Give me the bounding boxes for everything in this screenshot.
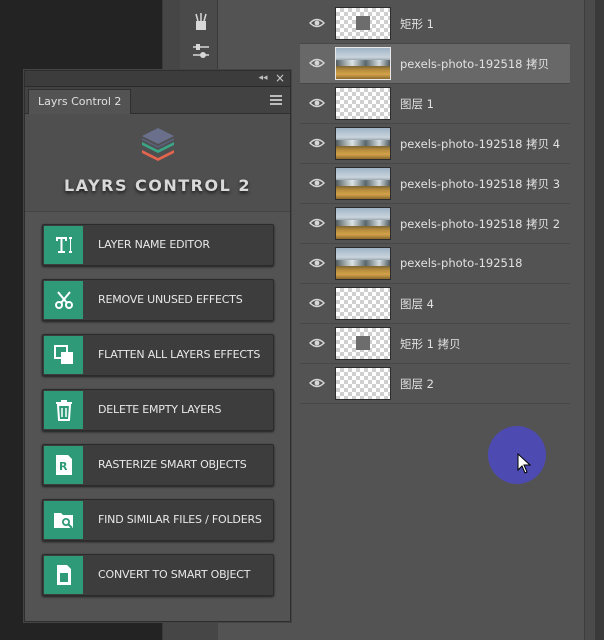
layer-row[interactable]: 矩形 1 拷贝 bbox=[300, 324, 570, 364]
layer-row[interactable]: pexels-photo-192518 拷贝 4 bbox=[300, 124, 570, 164]
action-label: FLATTEN ALL LAYERS EFFECTS bbox=[98, 348, 261, 361]
layer-thumbnail[interactable] bbox=[335, 287, 391, 320]
rasterize-doc-icon: R bbox=[44, 446, 83, 484]
action-label: FIND SIMILAR FILES / FOLDERS bbox=[98, 513, 262, 526]
close-panel-button[interactable]: × bbox=[274, 72, 286, 84]
layer-name[interactable]: 矩形 1 拷贝 bbox=[400, 336, 461, 352]
panel-title-bar[interactable]: ◂◂ × bbox=[25, 71, 290, 87]
action-label: DELETE EMPTY LAYERS bbox=[98, 403, 222, 416]
remove-unused-effects-button[interactable]: REMOVE UNUSED EFFECTS bbox=[42, 279, 274, 321]
visibility-eye-icon[interactable] bbox=[309, 377, 325, 389]
folder-search-icon bbox=[44, 501, 83, 539]
visibility-eye-icon[interactable] bbox=[309, 177, 325, 189]
layer-thumbnail[interactable] bbox=[335, 47, 391, 80]
action-label: REMOVE UNUSED EFFECTS bbox=[98, 293, 243, 306]
layer-name[interactable]: 图层 2 bbox=[400, 376, 434, 392]
layer-thumbnail[interactable] bbox=[335, 167, 391, 200]
layer-row[interactable]: 矩形 1 bbox=[300, 4, 570, 44]
layer-name[interactable]: pexels-photo-192518 拷贝 3 bbox=[400, 176, 560, 192]
layer-row[interactable]: pexels-photo-192518 拷贝 bbox=[300, 44, 570, 84]
panel-header: LAYRS CONTROL 2 bbox=[25, 114, 290, 212]
layer-row[interactable]: pexels-photo-192518 拷贝 2 bbox=[300, 204, 570, 244]
convert-to-smart-object-button[interactable]: CONVERT TO SMART OBJECT bbox=[42, 554, 274, 596]
collapse-panel-button[interactable]: ◂◂ bbox=[256, 72, 270, 84]
tab-layrs-control[interactable]: Layrs Control 2 bbox=[28, 89, 132, 114]
adjustments-icon[interactable] bbox=[191, 41, 211, 61]
layer-name[interactable]: 图层 4 bbox=[400, 296, 434, 312]
layer-row[interactable]: 图层 4 bbox=[300, 284, 570, 324]
visibility-eye-icon[interactable] bbox=[309, 297, 325, 309]
visibility-eye-icon[interactable] bbox=[309, 137, 325, 149]
visibility-eye-icon[interactable] bbox=[309, 257, 325, 269]
brand-title: LAYRS CONTROL 2 bbox=[63, 176, 251, 195]
brushes-icon[interactable] bbox=[191, 12, 211, 32]
visibility-eye-icon[interactable] bbox=[309, 337, 325, 349]
layer-name[interactable]: pexels-photo-192518 拷贝 4 bbox=[400, 136, 560, 152]
action-label: CONVERT TO SMART OBJECT bbox=[98, 568, 251, 581]
visibility-eye-icon[interactable] bbox=[309, 17, 325, 29]
flatten-all-layers-effects-button[interactable]: FLATTEN ALL LAYERS EFFECTS bbox=[42, 334, 274, 376]
action-label: RASTERIZE SMART OBJECTS bbox=[98, 458, 247, 471]
text-cursor-icon bbox=[44, 226, 83, 264]
layer-name[interactable]: pexels-photo-192518 拷贝 bbox=[400, 56, 549, 72]
layer-thumbnail[interactable] bbox=[335, 127, 391, 160]
layer-name[interactable]: 矩形 1 bbox=[400, 16, 434, 32]
flatten-squares-icon bbox=[44, 336, 83, 374]
layer-thumbnail[interactable] bbox=[335, 7, 391, 40]
panel-menu-icon[interactable] bbox=[270, 95, 282, 105]
delete-empty-layers-button[interactable]: DELETE EMPTY LAYERS bbox=[42, 389, 274, 431]
smart-object-doc-icon bbox=[44, 556, 83, 594]
find-similar-files-button[interactable]: FIND SIMILAR FILES / FOLDERS bbox=[42, 499, 274, 541]
panel-tab-row: Layrs Control 2 bbox=[25, 87, 290, 114]
layer-thumbnail[interactable] bbox=[335, 327, 391, 360]
action-label: LAYER NAME EDITOR bbox=[98, 238, 210, 251]
layer-row[interactable]: 图层 2 bbox=[300, 364, 570, 404]
layrs-control-panel: ◂◂ × Layrs Control 2 LAYRS CONTROL 2 LAY… bbox=[24, 70, 291, 622]
visibility-eye-icon[interactable] bbox=[309, 217, 325, 229]
layer-thumbnail[interactable] bbox=[335, 367, 391, 400]
visibility-eye-icon[interactable] bbox=[309, 97, 325, 109]
layer-name[interactable]: pexels-photo-192518 bbox=[400, 256, 522, 270]
layer-name-editor-button[interactable]: LAYER NAME EDITOR bbox=[42, 224, 274, 266]
layers-list: 矩形 1 pexels-photo-192518 拷贝 图层 1 pexels-pho… bbox=[300, 4, 570, 404]
scissors-icon bbox=[44, 281, 83, 319]
layer-name[interactable]: pexels-photo-192518 拷贝 2 bbox=[400, 216, 560, 232]
panel-scroll-edge bbox=[584, 0, 604, 640]
trash-icon bbox=[44, 391, 83, 429]
layer-thumbnail[interactable] bbox=[335, 207, 391, 240]
layer-thumbnail[interactable] bbox=[335, 247, 391, 280]
visibility-eye-icon[interactable] bbox=[309, 57, 325, 69]
layer-row[interactable]: pexels-photo-192518 bbox=[300, 244, 570, 284]
tool-group bbox=[180, 0, 218, 72]
layer-row[interactable]: pexels-photo-192518 拷贝 3 bbox=[300, 164, 570, 204]
layer-thumbnail[interactable] bbox=[335, 87, 391, 120]
layers-stack-logo-icon bbox=[142, 128, 174, 161]
layer-name[interactable]: 图层 1 bbox=[400, 96, 434, 112]
svg-text:R: R bbox=[59, 460, 68, 473]
rasterize-smart-objects-button[interactable]: R RASTERIZE SMART OBJECTS bbox=[42, 444, 274, 486]
layer-row[interactable]: 图层 1 bbox=[300, 84, 570, 124]
mouse-pointer-icon bbox=[517, 453, 532, 474]
